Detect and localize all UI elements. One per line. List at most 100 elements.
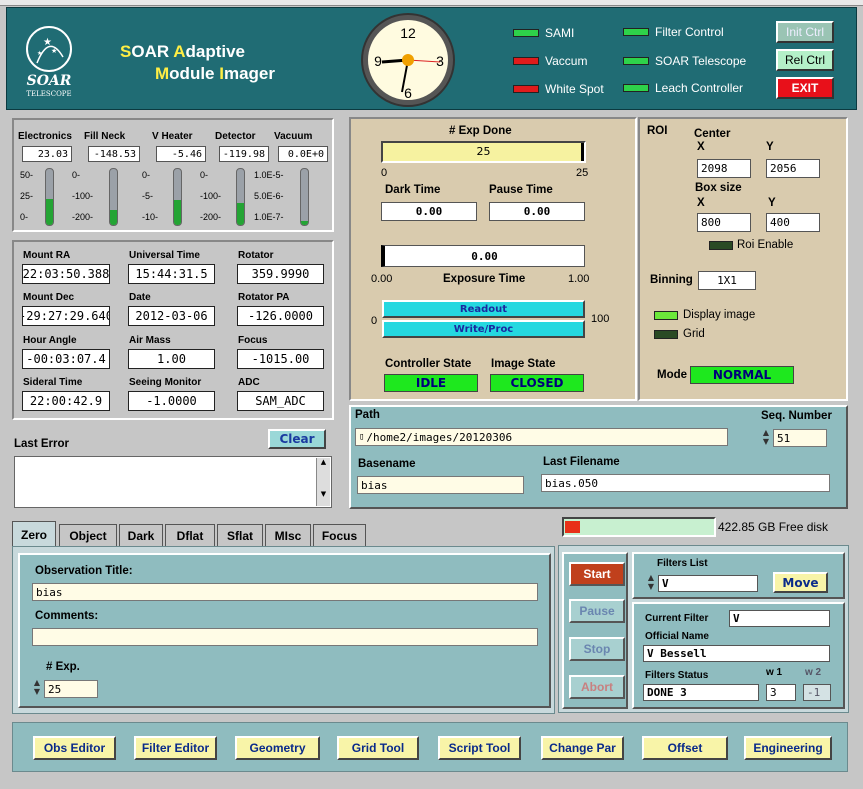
geometry-button[interactable]: Geometry (235, 736, 320, 760)
tab-dflat[interactable]: Dflat (165, 524, 215, 546)
sensor-tick-label: 0- (72, 170, 81, 180)
svg-text:9: 9 (374, 53, 382, 69)
script-tool-button[interactable]: Script Tool (438, 736, 521, 760)
tab-zero[interactable]: Zero (12, 521, 56, 547)
tab-focus[interactable]: Focus (313, 524, 366, 546)
soar-logo: ★ ★ ★ SOAR TELESCOPE (19, 23, 79, 103)
binning-field[interactable]: 1X1 (698, 271, 756, 290)
header-bar: ★ ★ ★ SOAR TELESCOPE SOAR Adaptive Modul… (6, 7, 857, 110)
box-x-field[interactable]: 800 (697, 213, 751, 232)
clock-icon: 12 3 6 9 (361, 13, 455, 107)
clear-button[interactable]: Clear (268, 429, 326, 449)
indicator-vaccum: Vaccum (513, 54, 587, 68)
exp-done-value: 25 (476, 145, 491, 158)
telemetry-value: -29:27:29.640 (22, 306, 110, 326)
telemetry-label: Mount Dec (23, 292, 75, 303)
engineering-button[interactable]: Engineering (744, 736, 832, 760)
scroll-up-icon[interactable]: ▲ (317, 458, 330, 466)
filters-list-field[interactable]: V (658, 575, 758, 592)
path-field[interactable]: ▯/home2/images/20120306 (355, 428, 728, 446)
roi-enable-toggle[interactable] (709, 241, 733, 250)
sensor-level-fill (237, 202, 244, 225)
obs-editor-button[interactable]: Obs Editor (33, 736, 116, 760)
sensor-tick-label: 1.0E-7- (254, 212, 284, 222)
logo-text: SOAR (26, 73, 72, 89)
box-y-label: Y (768, 197, 776, 209)
sensor-tick-label: 25- (20, 191, 34, 201)
sensor-tick-label: 0- (200, 170, 209, 180)
start-button[interactable]: Start (569, 562, 625, 586)
path-label: Path (355, 409, 380, 421)
init-ctrl-button[interactable]: Init Ctrl (776, 21, 834, 43)
basename-label: Basename (358, 458, 416, 470)
last-error-textarea[interactable]: ▲ ▼ (14, 456, 332, 508)
sensor-tick-label: 0- (20, 212, 29, 222)
tab-dark[interactable]: Dark (119, 524, 163, 546)
svg-text:3: 3 (436, 53, 444, 69)
status-led (513, 57, 539, 65)
move-button[interactable]: Move (773, 572, 828, 593)
exit-button[interactable]: EXIT (776, 77, 834, 99)
tab-misc[interactable]: MIsc (265, 524, 311, 546)
box-y-field[interactable]: 400 (766, 213, 820, 232)
telemetry-value: 2012-03-06 (128, 306, 215, 326)
seq-number-field[interactable]: 51 (773, 429, 827, 447)
folder-icon: ▯ (359, 432, 365, 442)
binning-label: Binning (650, 274, 693, 286)
exp-done-label: # Exp Done (449, 125, 512, 137)
w1-field: 3 (766, 684, 796, 701)
svg-text:12: 12 (400, 25, 416, 41)
current-filter-label: Current Filter (645, 613, 709, 624)
exptime-max: 1.00 (568, 273, 590, 285)
grid-toggle[interactable] (654, 330, 678, 339)
change-par-button[interactable]: Change Par (541, 736, 624, 760)
sensor-tick-label: 1.0E-5- (254, 170, 284, 180)
disk-usage-fill (565, 521, 580, 533)
pause-button[interactable]: Pause (569, 599, 625, 623)
scroll-down-icon[interactable]: ▼ (317, 490, 330, 498)
center-label: Center (694, 128, 731, 140)
filters-list-label: Filters List (657, 558, 708, 569)
telemetry-label: Air Mass (129, 335, 171, 346)
seq-spinner-icon[interactable]: ▲ ▼ (761, 428, 771, 448)
box-size-label: Box size (695, 182, 742, 194)
abort-button[interactable]: Abort (569, 675, 625, 699)
logo-subtext: TELESCOPE (26, 90, 72, 98)
stop-button[interactable]: Stop (569, 637, 625, 661)
sensor-level-fill (301, 220, 308, 225)
nexp-spinner-icon[interactable]: ▲ ▼ (32, 678, 42, 698)
tab-object[interactable]: Object (59, 524, 117, 546)
comments-field[interactable] (32, 628, 538, 646)
dark-time-field[interactable]: 0.00 (381, 202, 477, 221)
status-led (623, 28, 649, 36)
sensor-label: V Heater (152, 131, 193, 142)
sensor-label: Detector (215, 131, 256, 142)
grid-tool-button[interactable]: Grid Tool (337, 736, 419, 760)
filters-status-field: DONE 3 (643, 684, 759, 701)
rel-ctrl-button[interactable]: Rel Ctrl (776, 49, 834, 71)
w1-label: w 1 (766, 667, 783, 678)
exp-max: 25 (576, 167, 589, 179)
telemetry-label: Universal Time (129, 250, 200, 261)
observation-title-field[interactable]: bias (32, 583, 538, 601)
telemetry-label: Focus (238, 335, 268, 346)
sensor-tick-label: -200- (72, 212, 94, 222)
display-image-toggle[interactable] (654, 311, 678, 320)
telemetry-value: 22:03:50.388 (22, 264, 110, 284)
center-x-field[interactable]: 2098 (697, 159, 751, 178)
telemetry-value: -126.0000 (237, 306, 324, 326)
sensor-tick-label: 50- (20, 170, 34, 180)
exposure-time-label: Exposure Time (443, 273, 526, 285)
nexp-field[interactable]: 25 (44, 680, 98, 698)
filter-editor-button[interactable]: Filter Editor (134, 736, 217, 760)
tab-sflat[interactable]: Sflat (217, 524, 263, 546)
filter-spinner-icon[interactable]: ▲ ▼ (646, 573, 656, 593)
basename-field[interactable]: bias (357, 476, 524, 494)
offset-button[interactable]: Offset (642, 736, 728, 760)
indicator-leach-controller: Leach Controller (623, 81, 743, 95)
pause-time-field[interactable]: 0.00 (489, 202, 585, 221)
roi-enable-label: Roi Enable (737, 239, 794, 251)
scrollbar[interactable]: ▲ ▼ (316, 458, 330, 506)
center-y-field[interactable]: 2056 (766, 159, 820, 178)
sensor-thermometer (45, 168, 54, 226)
